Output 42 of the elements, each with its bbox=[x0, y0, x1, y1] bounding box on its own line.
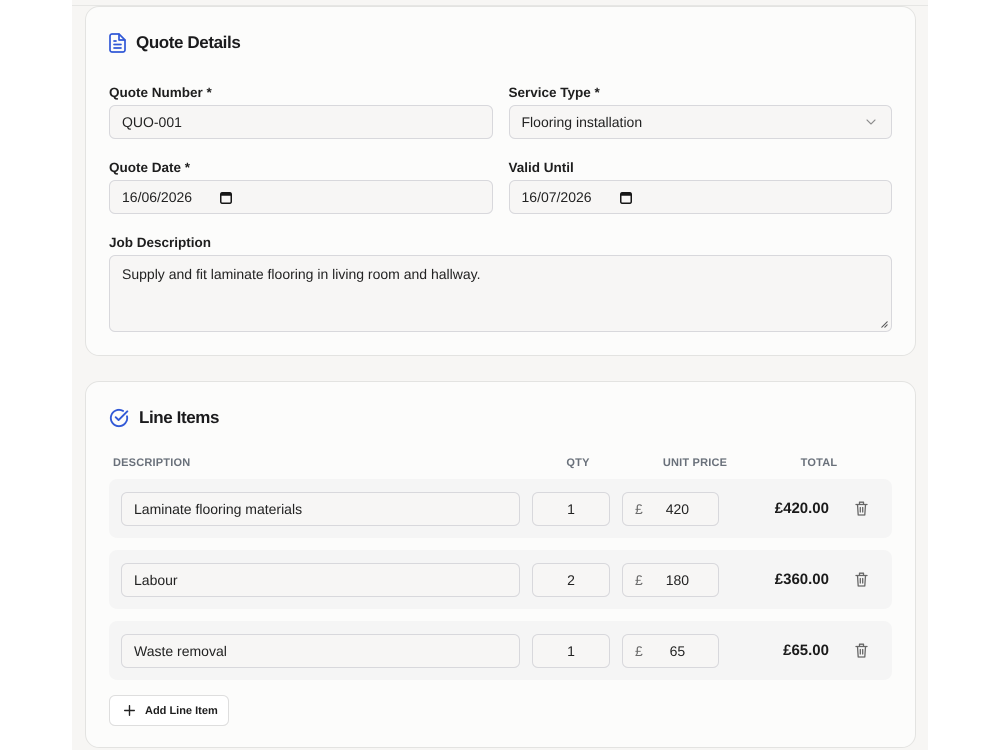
add-line-item-button[interactable]: Add Line Item bbox=[109, 695, 229, 726]
description-field[interactable]: Waste removal bbox=[121, 634, 520, 668]
trash-icon[interactable] bbox=[855, 572, 868, 587]
unit-price-field[interactable]: £ 65 bbox=[622, 634, 719, 668]
calendar-icon bbox=[620, 190, 632, 204]
section-title: Quote Details bbox=[136, 32, 240, 54]
document-icon bbox=[109, 33, 126, 53]
column-header: UNIT PRICE bbox=[662, 456, 728, 471]
text-field[interactable]: QUO-001 bbox=[109, 105, 492, 139]
line-total: £65.00 bbox=[783, 642, 829, 659]
calendar-icon bbox=[220, 190, 232, 204]
check-circle-icon bbox=[109, 408, 129, 428]
chevron-down-icon bbox=[866, 119, 876, 125]
currency-symbol: £ bbox=[635, 500, 643, 516]
dropdown-field[interactable]: Flooring installation bbox=[508, 105, 892, 139]
unit-price-field[interactable]: £ 180 bbox=[622, 562, 719, 596]
trash-icon[interactable] bbox=[855, 501, 868, 516]
quantity-field[interactable]: 2 bbox=[532, 562, 610, 596]
text-area[interactable]: Supply and fit laminate flooring in living room and hallway. bbox=[109, 255, 892, 332]
description-field[interactable]: Laminate flooring materials bbox=[121, 492, 520, 526]
column-header: QTY bbox=[565, 456, 591, 471]
field-label: Quote Date * bbox=[109, 159, 192, 177]
field-label: Service Type * bbox=[508, 84, 601, 102]
trash-icon[interactable] bbox=[855, 643, 868, 658]
date-field[interactable]: 16/06/2026 bbox=[109, 180, 492, 214]
unit-price-field[interactable]: £ 420 bbox=[622, 492, 719, 526]
column-header: DESCRIPTION bbox=[113, 456, 192, 471]
resize-grip-icon[interactable] bbox=[881, 321, 888, 328]
line-total: £420.00 bbox=[774, 500, 829, 517]
date-field[interactable]: 16/07/2026 bbox=[508, 180, 892, 214]
field-label: Job Description bbox=[109, 234, 212, 252]
field-label: Valid Until bbox=[508, 159, 575, 177]
currency-symbol: £ bbox=[635, 642, 643, 658]
plus-icon bbox=[124, 705, 135, 716]
quantity-field[interactable]: 1 bbox=[532, 634, 610, 668]
quantity-field[interactable]: 1 bbox=[532, 492, 610, 526]
field-label: Quote Number * bbox=[109, 84, 213, 102]
line-total: £360.00 bbox=[774, 571, 829, 588]
section-title: Line Items bbox=[139, 407, 220, 429]
currency-symbol: £ bbox=[635, 572, 643, 588]
column-header: TOTAL bbox=[800, 456, 838, 471]
description-field[interactable]: Labour bbox=[121, 562, 520, 596]
